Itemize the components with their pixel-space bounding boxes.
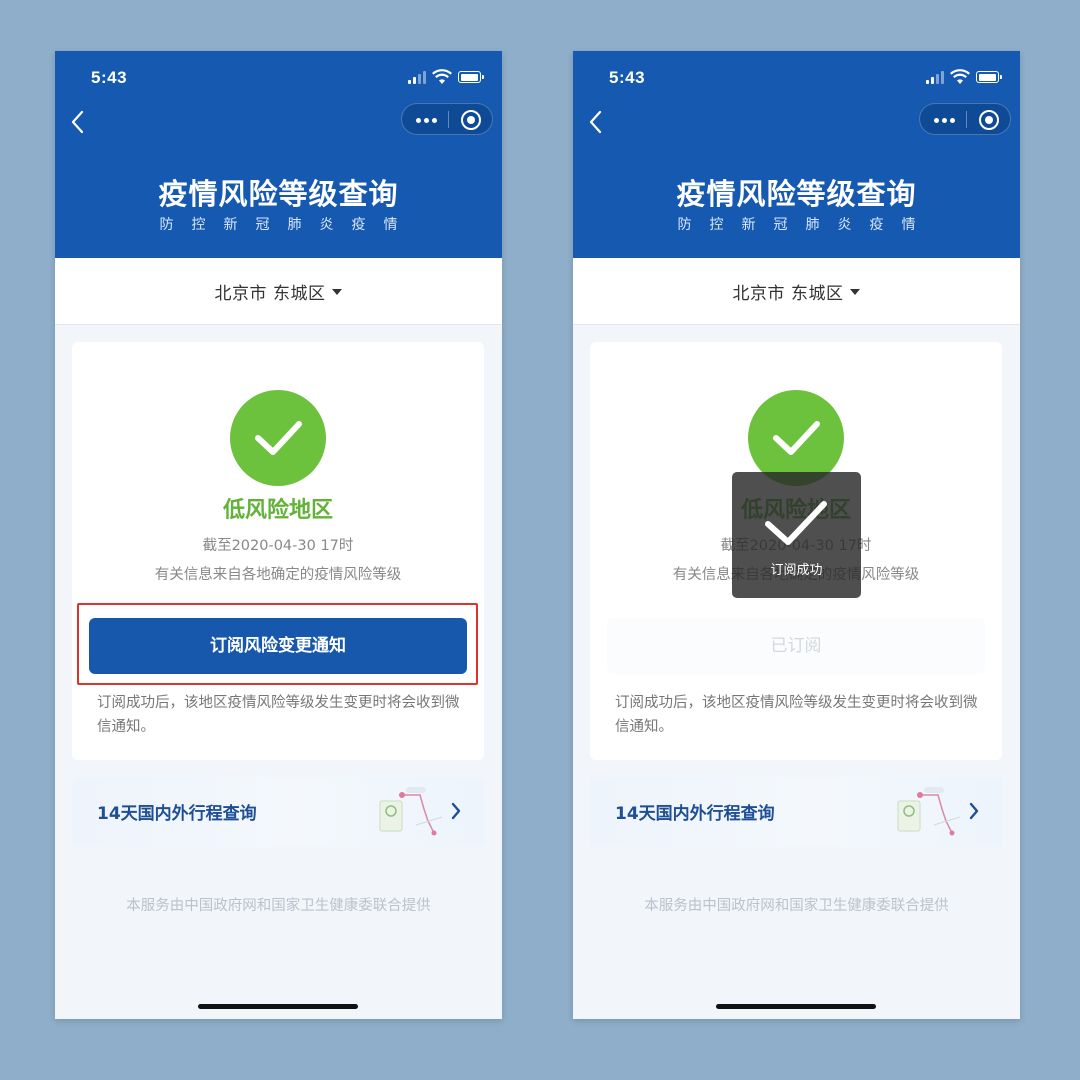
check-icon — [230, 390, 326, 486]
more-icon[interactable] — [416, 118, 438, 124]
more-icon[interactable] — [934, 118, 956, 124]
header: 5:43 疫情风险等级查询 防控新冠肺炎疫情 — [55, 51, 502, 258]
toast-check-icon — [765, 501, 827, 545]
status-icons — [408, 69, 484, 84]
signal-icon — [926, 70, 944, 84]
info-note: 有关信息来自各地确定的疫情风险等级 — [154, 567, 402, 583]
miniprogram-capsule — [919, 103, 1011, 135]
phone-screen-before: 5:43 疫情风险等级查询 防控新冠肺炎疫情 北京市 东城区 低风险地区 截至2… — [55, 51, 502, 1019]
page-title: 疫情风险等级查询 — [676, 177, 917, 211]
chevron-down-icon — [850, 289, 861, 295]
subscribed-button: 已订阅 — [607, 618, 985, 674]
capsule-divider — [966, 111, 967, 128]
trip-query-banner[interactable]: 14天国内外行程查询 — [72, 777, 484, 847]
home-indicator[interactable] — [198, 1004, 358, 1009]
miniprogram-capsule — [401, 103, 493, 135]
status-icons — [926, 69, 1002, 84]
risk-card: 低风险地区 截至2020-04-30 17时 有关信息来自各地确定的疫情风险等级… — [72, 342, 484, 760]
footer-text: 本服务由中国政府网和国家卫生健康委联合提供 — [644, 898, 949, 914]
footer-text: 本服务由中国政府网和国家卫生健康委联合提供 — [126, 898, 431, 914]
subscribe-description: 订阅成功后，该地区疫情风险等级发生变更时将会收到微信通知。 — [615, 695, 978, 735]
location-selector[interactable]: 北京市 东城区 — [55, 258, 502, 325]
battery-icon — [458, 71, 484, 83]
chevron-right-icon — [451, 802, 461, 820]
chevron-down-icon — [332, 289, 343, 295]
risk-level: 低风险地区 — [222, 498, 333, 523]
back-icon[interactable] — [587, 109, 605, 135]
status-time: 5:43 — [91, 68, 128, 87]
as-of-time: 截至2020-04-30 17时 — [202, 538, 354, 554]
location-selector[interactable]: 北京市 东城区 — [573, 258, 1020, 325]
status-time: 5:43 — [609, 68, 646, 87]
page-subtitle: 防控新冠肺炎疫情 — [677, 217, 934, 233]
signal-icon — [408, 70, 426, 84]
page-subtitle: 防控新冠肺炎疫情 — [159, 217, 416, 233]
back-icon[interactable] — [69, 109, 87, 135]
map-route-icon — [897, 787, 961, 836]
location-label: 北京市 东城区 — [732, 283, 844, 304]
trip-query-title: 14天国内外行程查询 — [615, 804, 775, 824]
subscribe-button[interactable]: 订阅风险变更通知 — [89, 618, 467, 674]
map-route-icon — [379, 787, 443, 836]
subscribe-description: 订阅成功后，该地区疫情风险等级发生变更时将会收到微信通知。 — [97, 695, 460, 735]
phone-screen-after: 5:43 疫情风险等级查询 防控新冠肺炎疫情 北京市 东城区 已订阅 订阅成功后… — [573, 51, 1020, 1019]
header: 5:43 疫情风险等级查询 防控新冠肺炎疫情 — [573, 51, 1020, 258]
battery-icon — [976, 71, 1002, 83]
chevron-right-icon — [969, 802, 979, 820]
success-toast: 订阅成功 — [732, 472, 861, 598]
wifi-icon — [432, 69, 452, 84]
location-label: 北京市 东城区 — [214, 283, 326, 304]
trip-query-title: 14天国内外行程查询 — [97, 804, 257, 824]
page-title: 疫情风险等级查询 — [158, 177, 399, 211]
target-icon[interactable] — [979, 110, 999, 130]
wifi-icon — [950, 69, 970, 84]
home-indicator[interactable] — [716, 1004, 876, 1009]
trip-query-banner[interactable]: 14天国内外行程查询 — [590, 777, 1002, 847]
toast-text: 订阅成功 — [770, 563, 823, 578]
capsule-divider — [448, 111, 449, 128]
target-icon[interactable] — [461, 110, 481, 130]
